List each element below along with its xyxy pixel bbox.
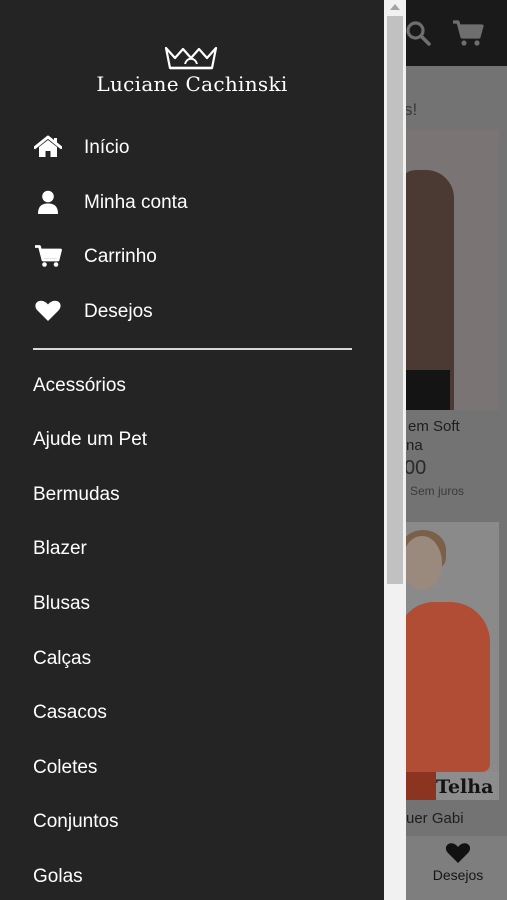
- category-label: Acessórios: [33, 375, 126, 396]
- product-name[interactable]: uer Gabi: [406, 810, 464, 827]
- category-label: Coletes: [33, 757, 98, 778]
- nav-item-carrinho[interactable]: Carrinho: [0, 236, 384, 276]
- category-label: Ajude um Pet: [33, 429, 148, 450]
- cart-icon: [35, 245, 62, 267]
- search-icon[interactable]: [405, 20, 431, 46]
- bottom-nav-wishlist[interactable]: Desejos: [420, 842, 496, 883]
- scroll-up-arrow[interactable]: [390, 4, 400, 10]
- home-icon: [34, 135, 62, 157]
- category-label: Blusas: [33, 593, 91, 614]
- brand-logo[interactable]: Luciane Cachinski: [0, 72, 384, 96]
- product-price: 00: [404, 457, 427, 479]
- user-icon: [38, 190, 58, 214]
- model-legs: [404, 370, 450, 410]
- category-item[interactable]: Casacos: [0, 692, 384, 732]
- category-label: Conjuntos: [33, 811, 119, 832]
- category-label: Calças: [33, 648, 92, 669]
- product-installment: Sem juros: [410, 484, 465, 498]
- product-image[interactable]: [398, 130, 499, 410]
- category-item[interactable]: Coletes: [0, 747, 384, 787]
- crown-logo-icon: [164, 46, 218, 70]
- bottom-nav-wishlist-label: Desejos: [432, 867, 484, 883]
- model-face: [402, 536, 442, 590]
- category-item[interactable]: Blusas: [0, 583, 384, 623]
- category-label: Casacos: [33, 702, 107, 723]
- product-name-line-2[interactable]: na: [406, 437, 423, 454]
- heart-icon: [35, 300, 61, 321]
- category-item[interactable]: Blazer: [0, 528, 384, 568]
- scrollbar[interactable]: [384, 0, 406, 900]
- category-label: Blazer: [33, 538, 87, 559]
- nav-item-label: Carrinho: [84, 246, 157, 267]
- product-name[interactable]: em Soft: [408, 418, 460, 435]
- color-swatch: [406, 772, 437, 800]
- category-label: Golas: [33, 866, 83, 887]
- category-item[interactable]: Conjuntos: [0, 801, 384, 841]
- category-item[interactable]: Bermudas: [0, 474, 384, 514]
- category-item[interactable]: Ajude um Pet: [0, 419, 384, 459]
- cart-icon[interactable]: [452, 19, 484, 47]
- nav-item-minha-conta[interactable]: Minha conta: [0, 182, 384, 222]
- category-item[interactable]: Golas: [0, 856, 384, 896]
- category-label: Bermudas: [33, 484, 120, 505]
- nav-item-desejos[interactable]: Desejos: [0, 291, 384, 331]
- side-drawer: Luciane Cachinski Início Minha conta Car…: [0, 0, 384, 900]
- product-image[interactable]: [398, 522, 499, 800]
- model-shirt: [398, 602, 490, 772]
- nav-item-inicio[interactable]: Início: [0, 127, 384, 167]
- heart-icon: [445, 843, 471, 863]
- category-item[interactable]: Acessórios: [0, 365, 384, 405]
- nav-item-label: Minha conta: [84, 192, 188, 213]
- scrollbar-thumb[interactable]: [387, 16, 403, 584]
- nav-item-label: Desejos: [84, 301, 153, 322]
- nav-item-label: Início: [84, 137, 130, 158]
- menu-divider: [33, 348, 352, 350]
- color-caption: Telha: [436, 772, 499, 800]
- category-item[interactable]: Calças: [0, 638, 384, 678]
